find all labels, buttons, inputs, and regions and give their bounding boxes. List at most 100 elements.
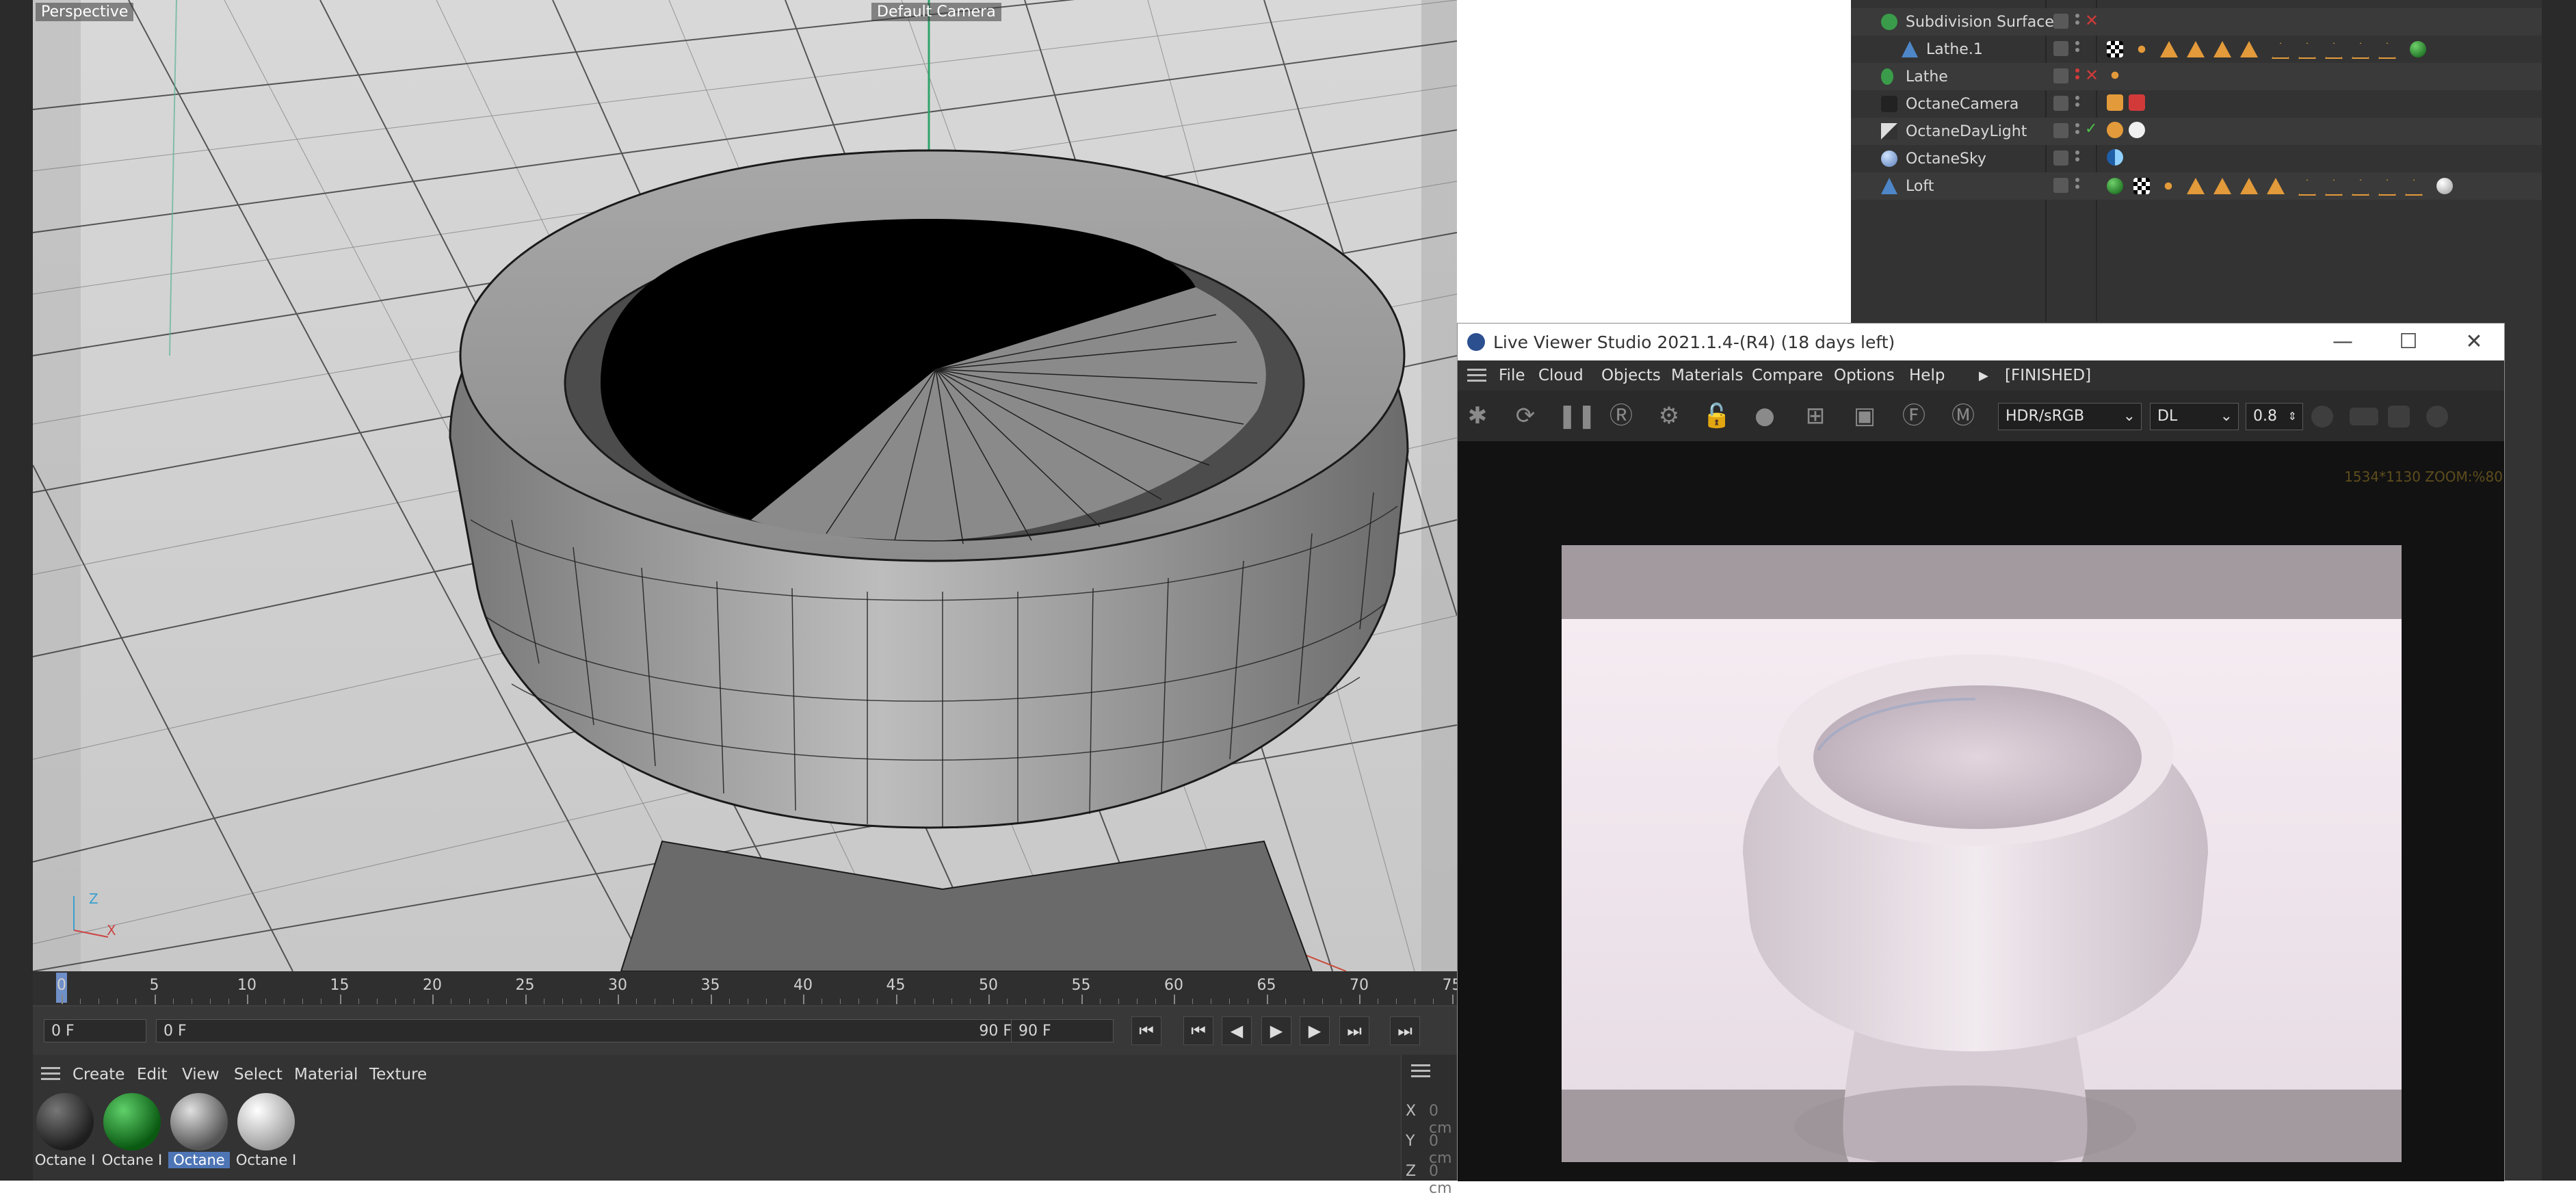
timeline-ruler[interactable]: 0 5 10 15 20 25 30 35 40 45 50 55 60 65 70 75 <box>33 971 1527 1006</box>
color-space-select[interactable]: HDR/sRGB ⌄ <box>1998 403 2142 430</box>
phong-tag-icon[interactable] <box>2107 67 2123 83</box>
edit-toggle-icon[interactable] <box>2053 41 2068 56</box>
material-tag-icon[interactable] <box>2240 178 2258 194</box>
visibility-dots-icon[interactable] <box>2075 96 2081 112</box>
live-viewer-menu-icon[interactable] <box>1467 369 1486 382</box>
material-tag-icon[interactable] <box>2213 178 2231 194</box>
edit-toggle-icon[interactable] <box>2053 150 2068 166</box>
hamburger-menu-icon[interactable] <box>41 1067 60 1081</box>
go-to-start-button[interactable]: ⏮ <box>1131 1016 1161 1045</box>
perspective-viewport[interactable]: Perspective Default Camera Z X <box>33 0 1457 971</box>
disabled-x-icon[interactable]: ✕ <box>2085 11 2099 30</box>
menu-options[interactable]: Options <box>1834 367 1895 384</box>
object-row-lathe[interactable]: Lathe ✕ <box>1851 63 2542 90</box>
material-tag-icon[interactable] <box>2160 41 2178 57</box>
crop-region-icon[interactable]: ▣ <box>1849 400 1880 432</box>
close-button[interactable]: ✕ <box>2456 329 2492 355</box>
material-tag-outline-icon[interactable] <box>2378 179 2396 196</box>
camera-label[interactable]: Default Camera <box>871 3 1001 21</box>
object-row-lathe-1[interactable]: Lathe.1 <box>1851 36 2542 63</box>
material-picker-icon[interactable]: Ⓜ <box>1947 400 1979 432</box>
menu-cloud[interactable]: Cloud <box>1538 367 1583 384</box>
disabled-x-icon[interactable]: ✕ <box>2085 66 2099 85</box>
object-row-octane-daylight[interactable]: OctaneDayLight ✓ <box>1851 118 2542 145</box>
step-forward-button[interactable]: ▶ <box>1300 1016 1330 1045</box>
kernel-select[interactable]: DL ⌄ <box>2150 403 2239 430</box>
end-frame-field[interactable]: 90 F <box>1011 1019 1114 1042</box>
menu-edit[interactable]: Edit <box>137 1066 168 1083</box>
add-region-icon[interactable]: ⊞ <box>1800 400 1831 432</box>
material-tag-outline-icon[interactable] <box>2352 179 2369 196</box>
play-button[interactable]: ▶ <box>1261 1016 1291 1045</box>
current-frame-field[interactable]: 0 F <box>44 1019 146 1042</box>
pause-render-icon[interactable]: ❚❚ <box>1558 400 1596 432</box>
menu-material[interactable]: Material <box>294 1066 358 1083</box>
material-tag-icon[interactable] <box>2187 41 2205 57</box>
region-render-icon[interactable]: Ⓡ <box>1605 400 1637 432</box>
step-back-button[interactable]: ◀ <box>1222 1016 1252 1045</box>
environment-tag-icon[interactable] <box>2107 149 2123 166</box>
edit-toggle-icon[interactable] <box>2053 178 2068 193</box>
value-spinner[interactable]: 0.8 ⇕ <box>2246 403 2303 430</box>
object-row-octane-sky[interactable]: OctaneSky <box>1851 145 2542 172</box>
material-tag-outline-icon[interactable] <box>2298 179 2316 196</box>
checker-tag-icon[interactable] <box>2107 41 2123 57</box>
edit-toggle-icon[interactable] <box>2053 68 2068 83</box>
go-to-end-button[interactable]: ⏭ <box>1390 1016 1420 1045</box>
visibility-dots-icon[interactable] <box>2075 123 2081 140</box>
menu-view[interactable]: View <box>182 1066 220 1083</box>
phong-tag-icon[interactable] <box>2160 178 2177 194</box>
phong-tag-icon[interactable] <box>2133 41 2150 57</box>
menu-create[interactable]: Create <box>73 1066 124 1083</box>
material-tag-outline-icon[interactable] <box>2298 42 2316 59</box>
visibility-dots-icon[interactable] <box>2075 41 2081 57</box>
settings-gear-icon[interactable]: ⚙ <box>1653 400 1685 432</box>
lock-icon[interactable]: 🔓 <box>1701 400 1733 432</box>
object-row-loft[interactable]: Loft <box>1851 172 2542 200</box>
material-tag-outline-icon[interactable] <box>2378 42 2396 59</box>
material-tag-icon[interactable] <box>2267 178 2285 194</box>
live-viewer-titlebar[interactable]: Live Viewer Studio 2021.1.4-(R4) (18 day… <box>1458 324 2504 360</box>
visibility-dots-icon[interactable] <box>2075 150 2081 167</box>
step-forward-key-button[interactable]: ⏭ <box>1339 1016 1369 1045</box>
menu-objects[interactable]: Objects <box>1601 367 1661 384</box>
visibility-dots-icon[interactable] <box>2075 178 2081 194</box>
edit-toggle-icon[interactable] <box>2053 96 2068 111</box>
octane-camera-tag-icon[interactable] <box>2107 94 2123 111</box>
visibility-dots-icon[interactable] <box>2075 14 2081 30</box>
material-swatch[interactable]: Octane I <box>235 1093 297 1168</box>
coord-x-value[interactable]: 0 cm <box>1429 1103 1458 1137</box>
visibility-dots-icon[interactable] <box>2075 68 2081 85</box>
material-tag-icon[interactable] <box>2187 178 2205 194</box>
menu-compare[interactable]: Compare <box>1752 367 1823 384</box>
material-tag-outline-icon[interactable] <box>2405 179 2423 196</box>
green-material-tag-icon[interactable] <box>2107 178 2123 194</box>
object-row-subdivision-surface[interactable]: Subdivision Surface ✕ <box>1851 8 2542 36</box>
material-tag-outline-icon[interactable] <box>2352 42 2369 59</box>
edit-toggle-icon[interactable] <box>2053 123 2068 138</box>
coord-y-value[interactable]: 0 cm <box>1429 1133 1458 1167</box>
coord-z-value[interactable]: 0 cm <box>1429 1163 1458 1197</box>
maximize-button[interactable]: ☐ <box>2391 329 2426 355</box>
material-tag-outline-icon[interactable] <box>2325 179 2343 196</box>
green-material-tag-icon[interactable] <box>2410 41 2426 57</box>
restart-render-icon[interactable]: ⟳ <box>1510 400 1541 432</box>
daylight-tag-icon[interactable] <box>2129 122 2145 138</box>
menu-materials[interactable]: Materials <box>1671 367 1743 384</box>
coords-menu-icon[interactable] <box>1411 1064 1430 1078</box>
minimize-button[interactable]: — <box>2325 329 2361 355</box>
white-material-tag-icon[interactable] <box>2436 178 2453 194</box>
material-swatch-selected[interactable]: Octane <box>168 1093 230 1168</box>
menu-help[interactable]: Help <box>1909 367 1945 384</box>
frame-range-slider[interactable]: 0 F 90 F <box>156 1019 1033 1042</box>
view-mode-label[interactable]: Perspective <box>36 3 134 21</box>
menu-texture[interactable]: Texture <box>369 1066 427 1083</box>
object-row-octane-camera[interactable]: OctaneCamera <box>1851 90 2542 118</box>
clay-sphere-icon[interactable]: ● <box>1749 400 1780 432</box>
menu-select[interactable]: Select <box>234 1066 282 1083</box>
step-back-key-button[interactable]: ⏮ <box>1183 1016 1213 1045</box>
material-tag-icon[interactable] <box>2240 41 2258 57</box>
render-canvas[interactable]: 1534*1130 ZOOM:%80 <box>1458 441 2504 1181</box>
material-swatch[interactable]: Octane I <box>34 1093 96 1168</box>
material-tag-outline-icon[interactable] <box>2272 42 2289 59</box>
